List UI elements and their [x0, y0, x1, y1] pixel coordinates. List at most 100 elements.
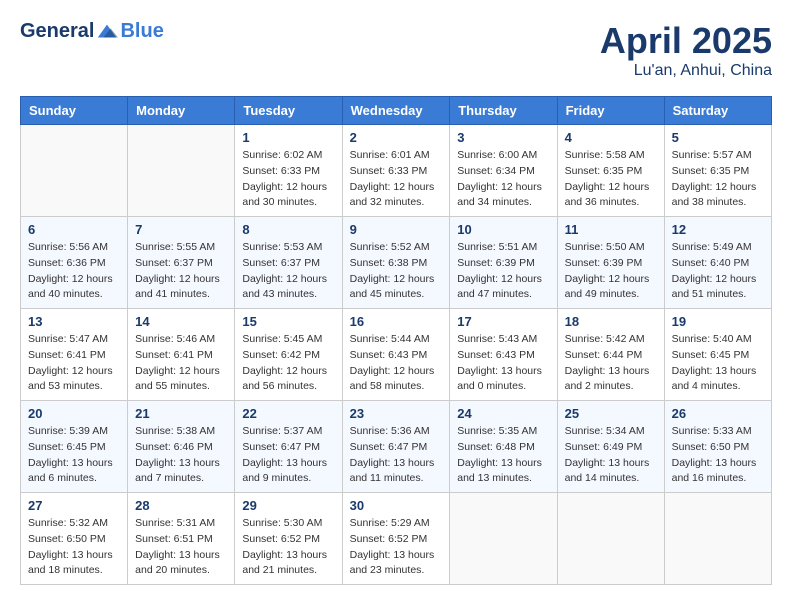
- calendar-cell: 10 Sunrise: 5:51 AM Sunset: 6:39 PM Dayli…: [450, 217, 557, 309]
- day-number: 24: [457, 406, 549, 421]
- calendar-cell: [664, 493, 771, 585]
- day-info: Sunrise: 5:31 AM Sunset: 6:51 PM Dayligh…: [135, 516, 227, 579]
- calendar-table: SundayMondayTuesdayWednesdayThursdayFrid…: [20, 96, 772, 585]
- day-info: Sunrise: 5:45 AM Sunset: 6:42 PM Dayligh…: [242, 332, 334, 395]
- calendar-cell: 23Sunrise: 5:36 AM Sunset: 6:47 PM Dayli…: [342, 401, 450, 493]
- day-number: 4: [565, 130, 657, 145]
- day-info: Sunrise: 5:30 AM Sunset: 6:52 PM Dayligh…: [242, 516, 334, 579]
- calendar-cell: 28 Sunrise: 5:31 AM Sunset: 6:51 PM Dayli…: [128, 493, 235, 585]
- week-row-1: 1 Sunrise: 6:02 AM Sunset: 6:33 PM Daylig…: [21, 125, 772, 217]
- calendar-cell: 9 Sunrise: 5:52 AM Sunset: 6:38 PM Daylig…: [342, 217, 450, 309]
- calendar-cell: 7 Sunrise: 5:55 AM Sunset: 6:37 PM Daylig…: [128, 217, 235, 309]
- day-header-tuesday: Tuesday: [235, 97, 342, 125]
- day-info: Sunrise: 6:01 AM Sunset: 6:33 PM Dayligh…: [350, 148, 443, 211]
- calendar-cell: 25 Sunrise: 5:34 AM Sunset: 6:49 PM Dayli…: [557, 401, 664, 493]
- logo-blue-text: Blue: [120, 20, 163, 43]
- day-info: Sunrise: 5:44 AM Sunset: 6:43 PM Dayligh…: [350, 332, 443, 395]
- day-number: 17: [457, 314, 549, 329]
- calendar-header-row: SundayMondayTuesdayWednesdayThursdayFrid…: [21, 97, 772, 125]
- calendar-cell: 22 Sunrise: 5:37 AM Sunset: 6:47 PM Dayli…: [235, 401, 342, 493]
- day-number: 10: [457, 222, 549, 237]
- day-number: 16: [350, 314, 443, 329]
- calendar-cell: 26Sunrise: 5:33 AM Sunset: 6:50 PM Dayli…: [664, 401, 771, 493]
- day-info: Sunrise: 5:52 AM Sunset: 6:38 PM Dayligh…: [350, 240, 443, 303]
- calendar-cell: 29Sunrise: 5:30 AM Sunset: 6:52 PM Dayli…: [235, 493, 342, 585]
- day-number: 1: [242, 130, 334, 145]
- day-number: 6: [28, 222, 120, 237]
- day-number: 22: [242, 406, 334, 421]
- day-info: Sunrise: 5:34 AM Sunset: 6:49 PM Dayligh…: [565, 424, 657, 487]
- day-info: Sunrise: 5:33 AM Sunset: 6:50 PM Dayligh…: [672, 424, 764, 487]
- day-number: 20: [28, 406, 120, 421]
- calendar-cell: [128, 125, 235, 217]
- day-number: 18: [565, 314, 657, 329]
- calendar-cell: 6 Sunrise: 5:56 AM Sunset: 6:36 PM Daylig…: [21, 217, 128, 309]
- calendar-cell: 8 Sunrise: 5:53 AM Sunset: 6:37 PM Daylig…: [235, 217, 342, 309]
- day-info: Sunrise: 5:43 AM Sunset: 6:43 PM Dayligh…: [457, 332, 549, 395]
- day-number: 8: [242, 222, 334, 237]
- day-number: 9: [350, 222, 443, 237]
- day-info: Sunrise: 5:37 AM Sunset: 6:47 PM Dayligh…: [242, 424, 334, 487]
- title-block: April 2025 Lu'an, Anhui, China: [600, 20, 772, 80]
- day-info: Sunrise: 5:46 AM Sunset: 6:41 PM Dayligh…: [135, 332, 227, 395]
- calendar-cell: [450, 493, 557, 585]
- calendar-cell: 17 Sunrise: 5:43 AM Sunset: 6:43 PM Dayli…: [450, 309, 557, 401]
- calendar-cell: 16 Sunrise: 5:44 AM Sunset: 6:43 PM Dayli…: [342, 309, 450, 401]
- day-info: Sunrise: 6:02 AM Sunset: 6:33 PM Dayligh…: [242, 148, 334, 211]
- day-info: Sunrise: 6:00 AM Sunset: 6:34 PM Dayligh…: [457, 148, 549, 211]
- calendar-cell: 30 Sunrise: 5:29 AM Sunset: 6:52 PM Dayli…: [342, 493, 450, 585]
- calendar-cell: 4 Sunrise: 5:58 AM Sunset: 6:35 PM Daylig…: [557, 125, 664, 217]
- day-number: 13: [28, 314, 120, 329]
- day-header-thursday: Thursday: [450, 97, 557, 125]
- logo-general-text: General: [20, 20, 94, 43]
- calendar-cell: 21 Sunrise: 5:38 AM Sunset: 6:46 PM Dayli…: [128, 401, 235, 493]
- day-info: Sunrise: 5:57 AM Sunset: 6:35 PM Dayligh…: [672, 148, 764, 211]
- week-row-2: 6 Sunrise: 5:56 AM Sunset: 6:36 PM Daylig…: [21, 217, 772, 309]
- day-info: Sunrise: 5:56 AM Sunset: 6:36 PM Dayligh…: [28, 240, 120, 303]
- calendar-cell: [557, 493, 664, 585]
- day-info: Sunrise: 5:40 AM Sunset: 6:45 PM Dayligh…: [672, 332, 764, 395]
- calendar-cell: 12 Sunrise: 5:49 AM Sunset: 6:40 PM Dayli…: [664, 217, 771, 309]
- logo-icon: [96, 21, 118, 43]
- calendar-cell: [21, 125, 128, 217]
- day-header-monday: Monday: [128, 97, 235, 125]
- day-info: Sunrise: 5:55 AM Sunset: 6:37 PM Dayligh…: [135, 240, 227, 303]
- day-header-sunday: Sunday: [21, 97, 128, 125]
- calendar-cell: 27 Sunrise: 5:32 AM Sunset: 6:50 PM Dayli…: [21, 493, 128, 585]
- day-info: Sunrise: 5:53 AM Sunset: 6:37 PM Dayligh…: [242, 240, 334, 303]
- calendar-cell: 15Sunrise: 5:45 AM Sunset: 6:42 PM Dayli…: [235, 309, 342, 401]
- day-number: 30: [350, 498, 443, 513]
- day-header-saturday: Saturday: [664, 97, 771, 125]
- calendar-cell: 3Sunrise: 6:00 AM Sunset: 6:34 PM Daylig…: [450, 125, 557, 217]
- day-header-wednesday: Wednesday: [342, 97, 450, 125]
- day-number: 28: [135, 498, 227, 513]
- day-number: 21: [135, 406, 227, 421]
- day-info: Sunrise: 5:29 AM Sunset: 6:52 PM Dayligh…: [350, 516, 443, 579]
- calendar-cell: 2Sunrise: 6:01 AM Sunset: 6:33 PM Daylig…: [342, 125, 450, 217]
- day-info: Sunrise: 5:51 AM Sunset: 6:39 PM Dayligh…: [457, 240, 549, 303]
- day-number: 23: [350, 406, 443, 421]
- day-info: Sunrise: 5:38 AM Sunset: 6:46 PM Dayligh…: [135, 424, 227, 487]
- day-info: Sunrise: 5:35 AM Sunset: 6:48 PM Dayligh…: [457, 424, 549, 487]
- day-info: Sunrise: 5:58 AM Sunset: 6:35 PM Dayligh…: [565, 148, 657, 211]
- calendar-cell: 24 Sunrise: 5:35 AM Sunset: 6:48 PM Dayli…: [450, 401, 557, 493]
- calendar-title: April 2025: [600, 20, 772, 62]
- calendar-cell: 11Sunrise: 5:50 AM Sunset: 6:39 PM Dayli…: [557, 217, 664, 309]
- day-number: 12: [672, 222, 764, 237]
- day-number: 27: [28, 498, 120, 513]
- day-number: 7: [135, 222, 227, 237]
- logo: General Blue: [20, 20, 164, 43]
- calendar-cell: 20Sunrise: 5:39 AM Sunset: 6:45 PM Dayli…: [21, 401, 128, 493]
- day-header-friday: Friday: [557, 97, 664, 125]
- calendar-subtitle: Lu'an, Anhui, China: [600, 62, 772, 80]
- day-info: Sunrise: 5:32 AM Sunset: 6:50 PM Dayligh…: [28, 516, 120, 579]
- day-info: Sunrise: 5:42 AM Sunset: 6:44 PM Dayligh…: [565, 332, 657, 395]
- day-info: Sunrise: 5:49 AM Sunset: 6:40 PM Dayligh…: [672, 240, 764, 303]
- page-header: General Blue April 2025 Lu'an, Anhui, Ch…: [20, 20, 772, 80]
- calendar-cell: 14 Sunrise: 5:46 AM Sunset: 6:41 PM Dayli…: [128, 309, 235, 401]
- day-number: 5: [672, 130, 764, 145]
- calendar-cell: 1 Sunrise: 6:02 AM Sunset: 6:33 PM Daylig…: [235, 125, 342, 217]
- day-number: 14: [135, 314, 227, 329]
- day-number: 25: [565, 406, 657, 421]
- calendar-cell: 13Sunrise: 5:47 AM Sunset: 6:41 PM Dayli…: [21, 309, 128, 401]
